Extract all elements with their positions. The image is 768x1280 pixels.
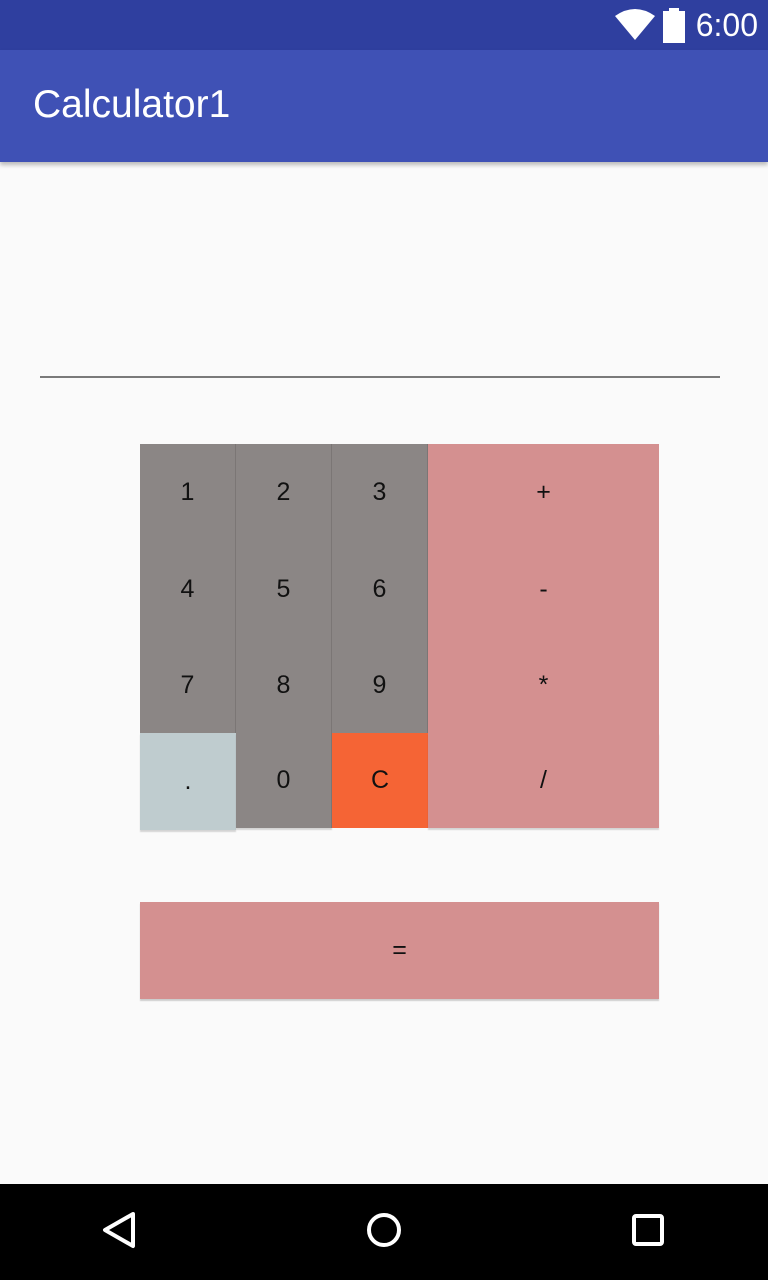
battery-icon — [662, 8, 686, 49]
app-bar: Calculator1 — [0, 50, 768, 162]
key-multiply[interactable]: * — [428, 637, 659, 733]
keypad: 1 2 3 + 4 5 6 - 7 8 9 * . 0 C / — [140, 444, 659, 830]
recents-icon — [628, 1210, 668, 1255]
key-clear[interactable]: C — [332, 733, 428, 828]
back-icon — [100, 1210, 140, 1255]
key-2[interactable]: 2 — [236, 444, 332, 541]
key-7[interactable]: 7 — [140, 637, 236, 733]
key-plus[interactable]: + — [428, 444, 659, 541]
navigation-bar — [0, 1184, 768, 1280]
key-9[interactable]: 9 — [332, 637, 428, 733]
key-minus[interactable]: - — [428, 541, 659, 637]
key-divide[interactable]: / — [428, 733, 659, 828]
back-button[interactable] — [60, 1184, 180, 1280]
status-time: 6:00 — [695, 7, 758, 43]
status-bar: 6:00 — [0, 0, 768, 50]
key-decimal[interactable]: . — [140, 733, 236, 830]
app-title: Calculator1 — [33, 83, 231, 126]
home-button[interactable] — [324, 1184, 444, 1280]
recents-button[interactable] — [588, 1184, 708, 1280]
key-4[interactable]: 4 — [140, 541, 236, 637]
equals-button[interactable]: = — [140, 902, 659, 999]
key-8[interactable]: 8 — [236, 637, 332, 733]
key-1[interactable]: 1 — [140, 444, 236, 541]
key-0[interactable]: 0 — [236, 733, 332, 828]
home-icon — [364, 1210, 404, 1255]
display-field[interactable] — [40, 300, 720, 378]
wifi-icon — [614, 9, 656, 46]
key-5[interactable]: 5 — [236, 541, 332, 637]
key-6[interactable]: 6 — [332, 541, 428, 637]
key-3[interactable]: 3 — [332, 444, 428, 541]
